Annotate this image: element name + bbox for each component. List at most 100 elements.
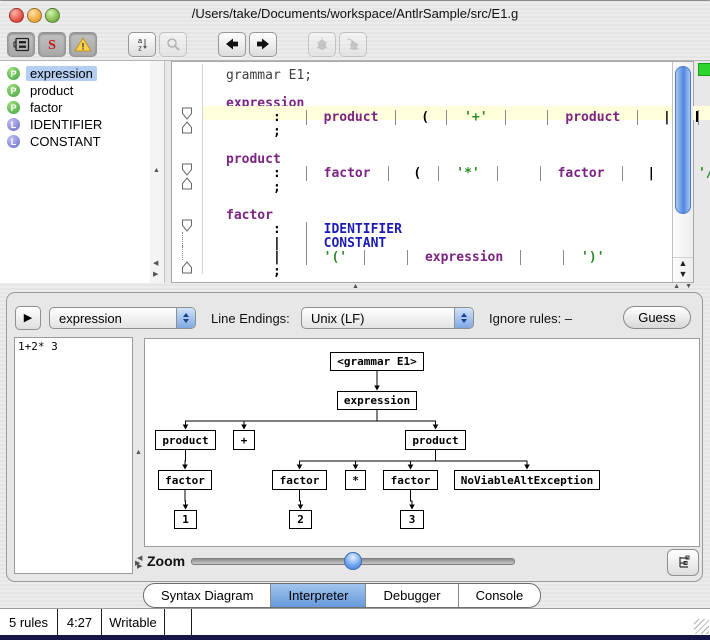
debug-button [308, 32, 336, 57]
gutter [172, 204, 203, 218]
code-text [203, 134, 673, 148]
editor-line[interactable]: : product ('+' product | '-' product)* [172, 106, 673, 120]
tree-node-noviable[interactable]: NoViableAltException [454, 470, 600, 490]
editor-line[interactable]: ; [172, 176, 673, 190]
editor-line[interactable]: : factor ('*' factor | '/' factor)* [172, 162, 673, 176]
editor-line[interactable]: ; [172, 120, 673, 134]
line-endings-select[interactable]: Unix (LF) [301, 307, 474, 329]
tab-debugger[interactable]: Debugger [365, 584, 457, 607]
tree-node-product2[interactable]: product [405, 430, 466, 450]
zoom-slider[interactable] [191, 551, 515, 569]
gutter [172, 190, 203, 204]
start-rule-value: expression [50, 311, 176, 326]
collapse-left-icon[interactable]: ◀ [153, 259, 158, 267]
sort-rules-button[interactable]: az [128, 32, 156, 57]
scrollbar-thumb[interactable] [675, 66, 691, 214]
tree-node-root[interactable]: <grammar E1> [330, 352, 424, 371]
tree-icon [676, 555, 691, 570]
tab-console[interactable]: Console [458, 584, 541, 607]
code-text: : IDENTIFIER [203, 218, 673, 232]
zoom-collapse-icons[interactable]: ◀▶ [137, 555, 142, 571]
syntax-warnings-button[interactable]: ! [69, 32, 97, 57]
scrollbar-arrows[interactable]: ▲▼ [673, 257, 693, 280]
tree-view-button[interactable] [667, 549, 699, 576]
warning-icon: ! [74, 37, 92, 52]
tab-syntax-diagram[interactable]: Syntax Diagram [144, 584, 270, 607]
sidebar-rule-CONSTANT[interactable]: LCONSTANT [0, 133, 150, 150]
tree-node-three[interactable]: 3 [400, 510, 424, 529]
sidebar-rule-IDENTIFIER[interactable]: L IDENTIFIER [0, 116, 150, 133]
rule-name: expression [26, 66, 97, 81]
sidebar-rule-expression[interactable]: Pexpression [0, 65, 150, 82]
editor-line[interactable] [172, 134, 673, 148]
expand-right-icon[interactable]: ▶ [153, 270, 158, 278]
sidebar-rule-factor[interactable]: Pfactor [0, 99, 150, 116]
lexer-rule-icon: L [7, 118, 20, 131]
editor-line[interactable]: product [172, 148, 673, 162]
gutter [172, 78, 203, 92]
input-tree-splitter[interactable]: ▲ ▶ [134, 337, 144, 574]
splitter-handle-icon[interactable]: ▲ [352, 283, 359, 290]
slider-thumb[interactable] [344, 552, 362, 570]
status-cell-3 [165, 609, 192, 635]
editor-line[interactable]: ; [172, 260, 673, 274]
arrow-left-icon [224, 37, 240, 51]
resize-grip-icon[interactable] [694, 619, 709, 634]
parse-tree-canvas[interactable]: <grammar E1> expression product + product fac… [144, 338, 700, 547]
editor-line[interactable]: : IDENTIFIER [172, 218, 673, 232]
sidebar-rule-product[interactable]: Pproduct [0, 82, 150, 99]
editor-line[interactable]: grammar E1; [172, 64, 673, 78]
tree-node-expression[interactable]: expression [337, 391, 417, 410]
gutter [172, 92, 203, 106]
splitter-down-icon[interactable]: ▼ [685, 283, 692, 290]
ignore-rules-label: Ignore rules: – [489, 311, 572, 326]
tree-node-factor1[interactable]: factor [158, 470, 212, 490]
rule-name: factor [26, 100, 67, 115]
editor-line[interactable] [172, 78, 673, 92]
editor-line[interactable]: | '(' expression ')' [172, 246, 673, 260]
tree-node-one[interactable]: 1 [174, 510, 197, 529]
line-endings-label: Line Endings: [211, 311, 290, 326]
tree-node-factor3[interactable]: factor [383, 470, 438, 490]
main-content: PexpressionPproductPfactorLIDENTIFIERLCO… [0, 60, 710, 283]
guess-button[interactable]: Guess [623, 306, 691, 329]
tree-node-plus[interactable]: + [233, 430, 255, 450]
editor-line[interactable]: | CONSTANT [172, 232, 673, 246]
editor-scrollbar[interactable]: ▲▼ [672, 62, 693, 282]
tab-interpreter[interactable]: Interpreter [270, 584, 365, 607]
forward-button[interactable] [249, 32, 277, 57]
toggle-rules-button[interactable] [7, 32, 35, 57]
gutter [172, 134, 203, 148]
tabs-row: Syntax DiagramInterpreterDebuggerConsole [0, 582, 710, 608]
tree-node-two[interactable]: 2 [289, 510, 312, 529]
tree-node-star[interactable]: * [345, 470, 366, 490]
run-interpreter-button[interactable]: ▶ [15, 306, 41, 330]
code-text: : product ('+' product | '-' product)* [203, 106, 710, 120]
grammar-editor[interactable]: grammar E1; expression : product ('+' pro… [171, 61, 694, 283]
editor-line[interactable] [172, 190, 673, 204]
parser-rule-icon: P [7, 84, 20, 97]
test-input-area[interactable]: 1+2* 3 [14, 337, 133, 574]
horizontal-splitter[interactable]: ▲ ▲ ▼ [0, 282, 710, 292]
rules-sidebar: PexpressionPproductPfactor L IDENTIFIERLCO… [0, 61, 151, 283]
code-text: ; [203, 176, 673, 190]
editor-line[interactable]: expression [172, 92, 673, 106]
back-button[interactable] [218, 32, 246, 57]
syntax-coloring-button[interactable]: S [38, 32, 66, 57]
scroll-up-icon[interactable]: ▲ [153, 167, 160, 174]
fold-marker-icon [172, 162, 203, 176]
editor-line[interactable]: factor [172, 204, 673, 218]
gutter [172, 64, 203, 78]
splitter-up-icon[interactable]: ▲ [673, 283, 680, 290]
fold-marker-icon [172, 260, 203, 274]
code-text: | '(' expression ')' [203, 246, 673, 260]
start-rule-select[interactable]: expression [49, 307, 196, 329]
rule-name: IDENTIFIER [26, 117, 106, 132]
sidebar-scrollbar[interactable]: ▲ ◀ ▶ [150, 61, 165, 283]
tree-node-product1[interactable]: product [155, 430, 216, 450]
tree-node-factor2[interactable]: factor [272, 470, 327, 490]
splitter-arrow-icon[interactable]: ▲ [135, 449, 142, 456]
fold-marker-icon [172, 120, 203, 134]
chevron-updown-icon [454, 308, 473, 328]
svg-text:z: z [138, 44, 142, 53]
